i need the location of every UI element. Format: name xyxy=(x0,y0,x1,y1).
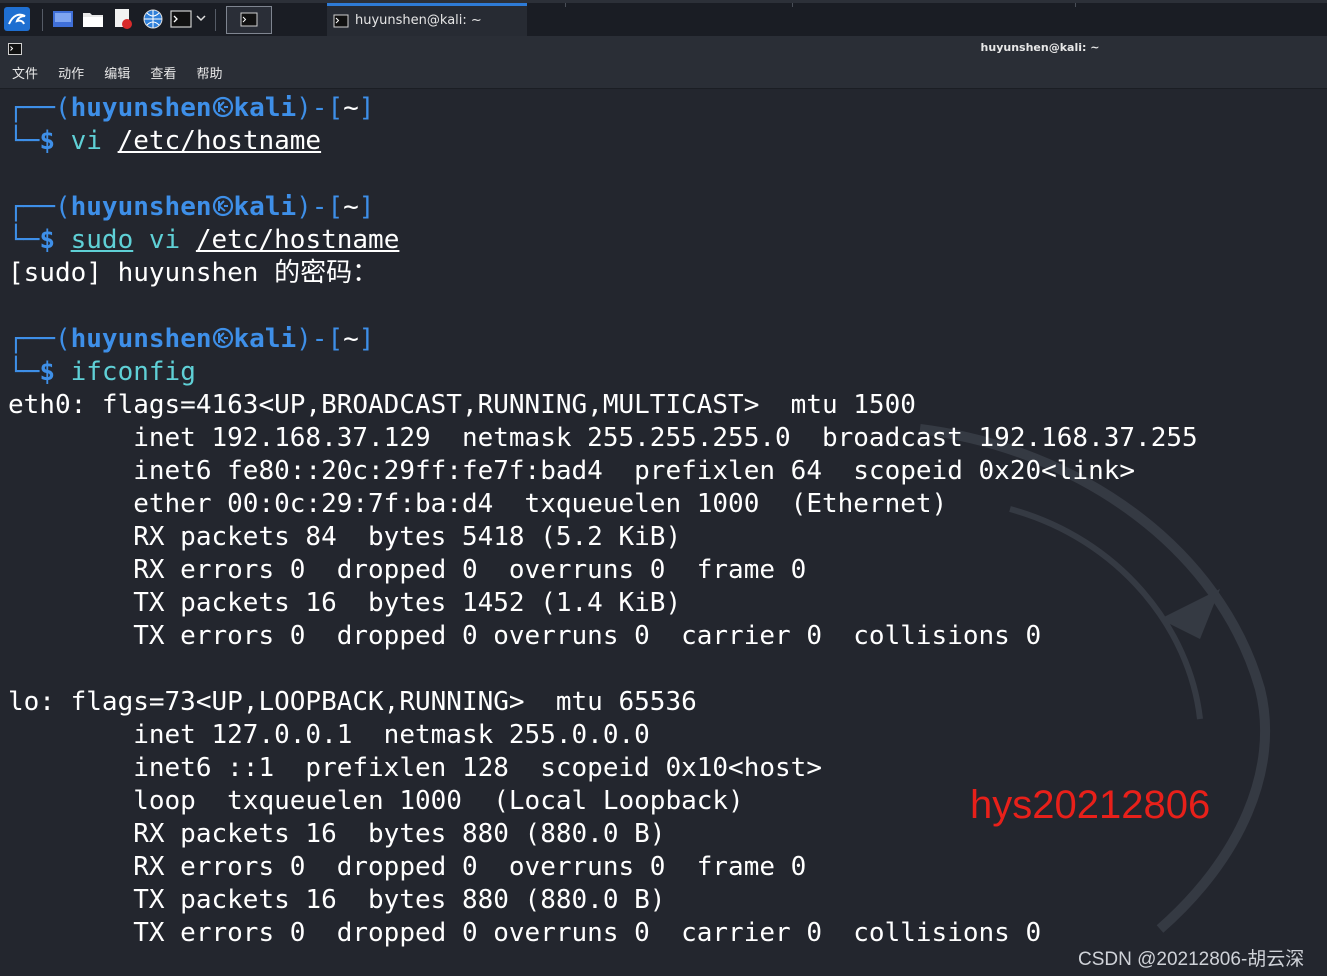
prompt-paren-open: ( xyxy=(54,324,71,354)
show-desktop-icon[interactable] xyxy=(52,9,74,29)
prompt-user: huyunshen xyxy=(70,324,212,354)
kali-at-icon xyxy=(212,96,233,118)
student-id-overlay: hys20212806 xyxy=(970,783,1211,827)
prompt-symbol: $ xyxy=(39,126,55,156)
web-browser-icon[interactable] xyxy=(142,8,164,30)
output-line: TX errors 0 dropped 0 overruns 0 carrier… xyxy=(8,918,1042,948)
menu-file[interactable]: 文件 xyxy=(12,62,38,88)
prompt-host: kali xyxy=(233,93,297,123)
chevron-down-icon[interactable] xyxy=(196,15,206,23)
command-line: └─$ vi /etc/hostname xyxy=(8,125,321,158)
prompt-box-top: ┌── xyxy=(8,192,55,222)
terminal-launcher-icon[interactable] xyxy=(170,9,192,29)
prompt-user: huyunshen xyxy=(70,192,212,222)
prompt-box-top: ┌── xyxy=(8,93,55,123)
prompt-host: kali xyxy=(233,324,297,354)
prompt-box-bottom: └─ xyxy=(8,126,40,156)
prompt-dir: ~ xyxy=(343,192,359,222)
output-line: RX packets 16 bytes 880 (880.0 B) xyxy=(8,819,666,849)
menu-action[interactable]: 动作 xyxy=(58,62,84,88)
menu-view[interactable]: 查看 xyxy=(150,62,176,88)
output-line: TX packets 16 bytes 1452 (1.4 KiB) xyxy=(8,588,682,618)
command-name: vi xyxy=(148,225,181,255)
prompt-user: huyunshen xyxy=(70,93,212,123)
taskbar-window-title: huyunshen@kali: ~ xyxy=(355,13,482,28)
prompt-bracket-close: ] xyxy=(358,192,375,222)
prompt-symbol: $ xyxy=(39,357,55,387)
prompt-line: ┌──(huyunshen kali)-[~] xyxy=(8,191,374,224)
output-line: RX errors 0 dropped 0 overruns 0 frame 0 xyxy=(8,852,807,882)
terminal-icon xyxy=(333,14,349,28)
prompt-paren-close: )-[ xyxy=(296,192,344,222)
window-title: huyunshen@kali: ~ xyxy=(980,41,1100,54)
prompt-box-bottom: └─ xyxy=(8,225,40,255)
output-line: TX packets 16 bytes 880 (880.0 B) xyxy=(8,885,666,915)
command-line: └─$ ifconfig xyxy=(8,356,196,389)
prompt-line: ┌──(huyunshen kali)-[~] xyxy=(8,323,374,356)
command-argument: /etc/hostname xyxy=(195,225,400,255)
prompt-dir: ~ xyxy=(343,93,359,123)
menu-bar: 文件 动作 编辑 查看 帮助 xyxy=(0,62,1327,89)
output-line: inet 127.0.0.1 netmask 255.0.0.0 xyxy=(8,720,650,750)
prompt-paren-close: )-[ xyxy=(296,93,344,123)
taskbar-window-tab[interactable]: huyunshen@kali: ~ xyxy=(327,3,527,36)
prompt-bracket-close: ] xyxy=(358,93,375,123)
prompt-paren-open: ( xyxy=(54,93,71,123)
prompt-dir: ~ xyxy=(343,324,359,354)
panel-divider xyxy=(1075,3,1076,7)
terminal-icon xyxy=(240,12,258,27)
output-line: RX packets 84 bytes 5418 (5.2 KiB) xyxy=(8,522,682,552)
output-line: inet 192.168.37.129 netmask 255.255.255.… xyxy=(8,423,1198,453)
command-line: └─$ sudo vi /etc/hostname xyxy=(8,224,399,257)
prompt-paren-open: ( xyxy=(54,192,71,222)
output-line: eth0: flags=4163<UP,BROADCAST,RUNNING,MU… xyxy=(8,390,916,420)
panel-separator xyxy=(215,9,216,31)
output-line: TX errors 0 dropped 0 overruns 0 carrier… xyxy=(8,621,1042,651)
output-line: inet6 ::1 prefixlen 128 scopeid 0x10<hos… xyxy=(8,753,822,783)
prompt-paren-close: )-[ xyxy=(296,324,344,354)
output-line: lo: flags=73<UP,LOOPBACK,RUNNING> mtu 65… xyxy=(8,687,697,717)
kali-menu-icon[interactable] xyxy=(4,7,30,31)
prompt-box-bottom: └─ xyxy=(8,357,40,387)
command-argument: /etc/hostname xyxy=(117,126,322,156)
panel-separator xyxy=(42,9,43,31)
menu-edit[interactable]: 编辑 xyxy=(104,62,130,88)
kali-at-icon xyxy=(212,327,233,349)
text-editor-icon[interactable] xyxy=(112,8,134,30)
panel-divider xyxy=(565,3,566,7)
output-line: loop txqueuelen 1000 (Local Loopback) xyxy=(8,786,744,816)
prompt-box-top: ┌── xyxy=(8,324,55,354)
output-line: RX errors 0 dropped 0 overruns 0 frame 0 xyxy=(8,555,807,585)
window-titlebar[interactable]: huyunshen@kali: ~ xyxy=(0,36,1327,62)
prompt-symbol: $ xyxy=(39,225,55,255)
command-sudo: sudo xyxy=(70,225,134,255)
sudo-password-prompt: [sudo] huyunshen 的密码： xyxy=(8,258,379,288)
menu-help[interactable]: 帮助 xyxy=(196,62,222,88)
file-manager-icon[interactable] xyxy=(82,9,104,29)
prompt-host: kali xyxy=(233,192,297,222)
output-line: inet6 fe80::20c:29ff:fe7f:bad4 prefixlen… xyxy=(8,456,1136,486)
prompt-line: ┌──(huyunshen kali)-[~] xyxy=(8,92,374,125)
command-name: vi xyxy=(70,126,102,156)
top-panel: huyunshen@kali: ~ xyxy=(0,0,1327,36)
prompt-bracket-close: ] xyxy=(358,324,375,354)
output-line: ether 00:0c:29:7f:ba:d4 txqueuelen 1000 … xyxy=(8,489,948,519)
panel-divider xyxy=(792,3,793,7)
kali-at-icon xyxy=(212,195,233,217)
terminal-area[interactable]: ┌──(huyunshen kali)-[~] └─$ vi /etc/hostn… xyxy=(0,89,1327,976)
command-name: ifconfig xyxy=(70,357,196,387)
workspace-button[interactable] xyxy=(226,6,272,34)
csdn-watermark: CSDN @20212806-胡云深 xyxy=(1078,949,1305,970)
